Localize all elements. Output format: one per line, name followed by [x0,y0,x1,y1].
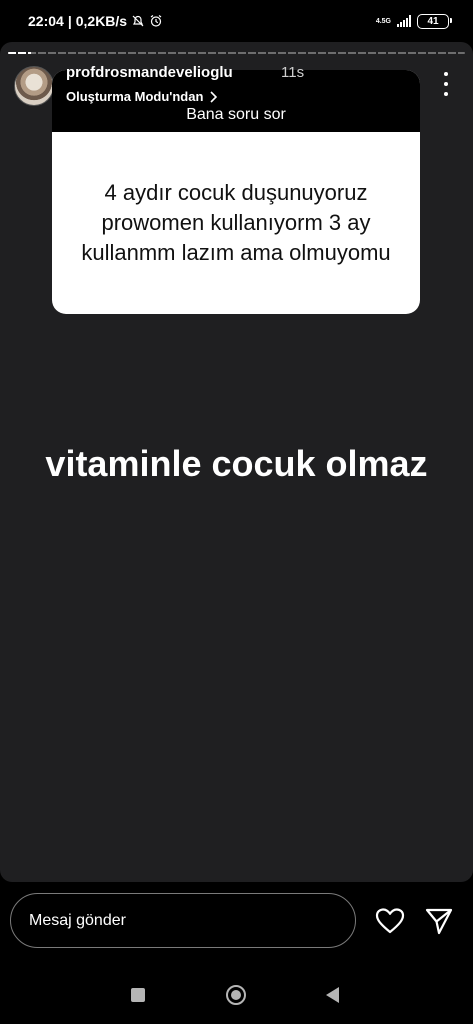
message-placeholder: Mesaj gönder [29,911,126,929]
creation-mode-label: Oluşturma Modu'ndan [66,89,204,104]
question-text: 4 aydır cocuk duşunuyoruz prowomen kulla… [81,180,391,265]
avatar[interactable] [14,66,54,106]
story-viewer[interactable]: Bana soru sor 4 aydır cocuk duşunuyoruz … [0,42,473,882]
story-progress-segments [8,52,465,54]
username[interactable]: profdrosmandevelioglu [66,64,233,81]
silent-icon [132,15,144,27]
status-left: 22:04 | 0,2KB/s [28,13,163,29]
status-bar: 22:04 | 0,2KB/s 4.5G 41 [0,0,473,42]
battery-level: 41 [427,15,439,27]
network-type: 4.5G [375,17,391,25]
signal-icon [397,15,411,27]
answer-text: vitaminle cocuk olmaz [45,443,428,484]
alarm-icon [150,15,162,27]
chevron-right-icon [210,90,218,103]
system-nav-bar [0,968,473,1024]
message-input[interactable]: Mesaj gönder [10,893,356,948]
status-time: 22:04 [28,13,64,29]
back-icon[interactable] [326,987,339,1003]
heart-icon[interactable] [374,905,406,937]
status-separator: | [67,13,72,29]
story-time: 11s [281,64,305,81]
more-options-icon[interactable] [443,72,449,96]
send-icon[interactable] [424,906,454,936]
creation-mode-link[interactable]: Oluşturma Modu'ndan [66,89,218,104]
question-sticker[interactable]: Bana soru sor 4 aydır cocuk duşunuyoruz … [52,70,420,314]
battery-icon: 41 [417,13,452,29]
data-speed: 0,2KB/s [75,13,128,29]
home-icon[interactable] [226,985,246,1005]
recent-apps-icon[interactable] [131,988,145,1002]
status-right: 4.5G 41 [375,13,452,29]
